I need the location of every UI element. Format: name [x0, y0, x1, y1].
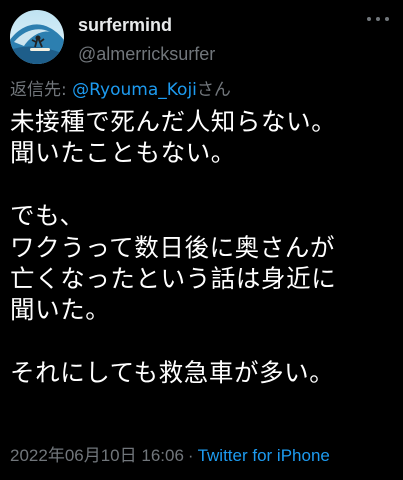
- user-info: surfermind @almerricksurfer: [78, 14, 215, 66]
- tweet-text: 未接種で死んだ人知らない。 聞いたこともない。 でも、 ワクうって数日後に奥さん…: [10, 107, 337, 388]
- dot: [367, 17, 371, 21]
- avatar[interactable]: [10, 10, 64, 64]
- meta-separator: ·: [187, 446, 194, 465]
- tweet-timestamp[interactable]: 2022年06月10日 16:06: [10, 446, 184, 465]
- more-options-icon[interactable]: [367, 16, 389, 22]
- reply-prefix: 返信先:: [10, 80, 73, 100]
- reply-suffix: さん: [196, 80, 231, 100]
- display-name[interactable]: surfermind: [78, 14, 215, 36]
- surfer-avatar-icon: [10, 10, 64, 64]
- reply-mention-link[interactable]: @Ryouma_Koji: [72, 80, 197, 100]
- user-handle[interactable]: @almerricksurfer: [78, 42, 215, 66]
- dot: [385, 17, 389, 21]
- tweet: surfermind @almerricksurfer 返信先: @Ryouma…: [0, 0, 403, 480]
- reply-to-line: 返信先: @Ryouma_Kojiさん: [10, 79, 231, 101]
- tweet-source-link[interactable]: Twitter for iPhone: [198, 446, 330, 465]
- dot: [376, 17, 380, 21]
- tweet-meta: 2022年06月10日 16:06 · Twitter for iPhone: [10, 445, 330, 467]
